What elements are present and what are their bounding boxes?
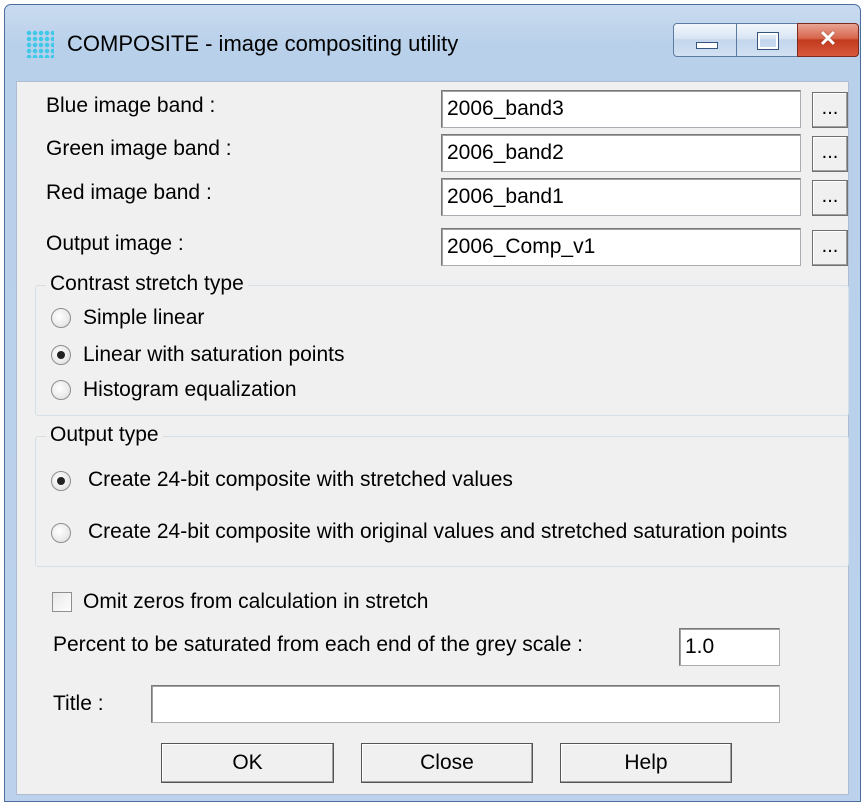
title-bar[interactable]: COMPOSITE - image compositing utility ✕ [5, 5, 860, 81]
omit-zeros-label[interactable]: Omit zeros from calculation in stretch [83, 590, 428, 614]
radio-simple-linear[interactable] [51, 308, 71, 328]
blue-band-label: Blue image band : [46, 94, 216, 117]
close-window-button[interactable]: ✕ [797, 23, 859, 57]
red-band-label: Red image band : [46, 181, 212, 204]
red-band-browse-button[interactable]: ... [812, 180, 848, 216]
blue-band-browse-button[interactable]: ... [812, 92, 848, 128]
radio-original-values[interactable] [51, 523, 71, 543]
radio-histogram-equalization[interactable] [51, 380, 71, 400]
output-image-label: Output image : [46, 232, 184, 255]
omit-zeros-checkbox[interactable] [52, 592, 72, 612]
ok-button[interactable]: OK [161, 743, 334, 783]
dialog-body: Blue image band : 2006_band3 ... Green i… [16, 81, 849, 795]
radio-original-values-label[interactable]: Create 24-bit composite with original va… [88, 520, 787, 544]
dialog-window: COMPOSITE - image compositing utility ✕ … [4, 4, 861, 802]
window-title: COMPOSITE - image compositing utility [67, 31, 459, 56]
radio-linear-saturation[interactable] [51, 345, 71, 365]
maximize-button[interactable] [736, 23, 798, 57]
title-label: Title : [53, 692, 104, 715]
green-band-browse-button[interactable]: ... [812, 136, 848, 172]
contrast-stretch-legend: Contrast stretch type [46, 272, 248, 296]
minimize-button[interactable] [673, 23, 737, 57]
blue-band-input[interactable]: 2006_band3 [441, 90, 801, 128]
percent-saturated-label: Percent to be saturated from each end of… [53, 633, 583, 656]
red-band-input[interactable]: 2006_band1 [441, 178, 801, 216]
output-image-browse-button[interactable]: ... [812, 230, 848, 266]
contrast-stretch-group: Contrast stretch type Simple linear Line… [35, 272, 849, 416]
output-type-legend: Output type [46, 423, 163, 447]
help-button[interactable]: Help [560, 743, 732, 783]
radio-linear-saturation-label[interactable]: Linear with saturation points [83, 343, 345, 367]
radio-histogram-equalization-label[interactable]: Histogram equalization [83, 378, 297, 402]
radio-stretched-values-label[interactable]: Create 24-bit composite with stretched v… [88, 468, 513, 492]
output-image-input[interactable]: 2006_Comp_v1 [441, 228, 801, 266]
green-band-input[interactable]: 2006_band2 [441, 134, 801, 172]
output-type-group: Output type Create 24-bit composite with… [35, 423, 849, 567]
close-icon: ✕ [818, 26, 838, 51]
radio-stretched-values[interactable] [51, 471, 71, 491]
green-band-label: Green image band : [46, 137, 232, 160]
radio-simple-linear-label[interactable]: Simple linear [83, 306, 204, 330]
percent-saturated-input[interactable]: 1.0 [679, 628, 780, 666]
maximize-icon [757, 32, 779, 50]
app-icon [26, 30, 54, 58]
close-button[interactable]: Close [361, 743, 533, 783]
minimize-icon [696, 42, 718, 49]
title-input[interactable] [151, 685, 780, 723]
